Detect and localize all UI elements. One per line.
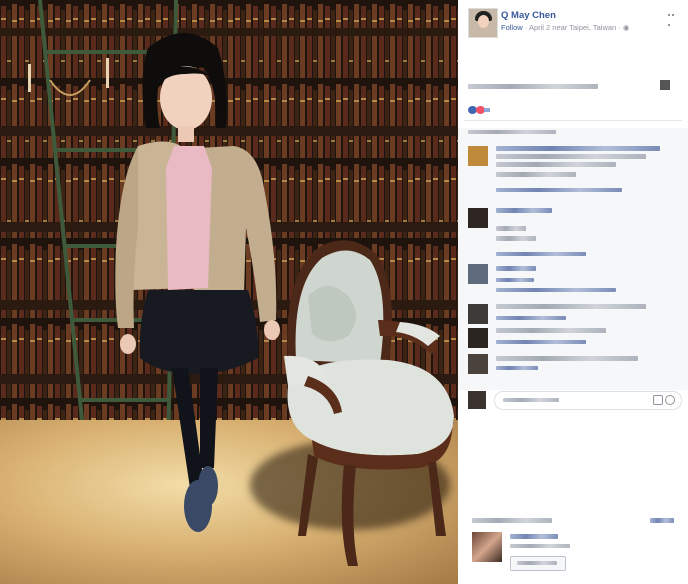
suggested-item-name-redacted[interactable]	[510, 534, 558, 539]
comment-redacted	[496, 226, 526, 231]
comment-actions-redacted[interactable]	[496, 340, 586, 344]
comment-avatar[interactable]	[468, 146, 488, 166]
author-avatar[interactable]	[468, 8, 498, 38]
view-more-comments-link[interactable]	[468, 130, 556, 134]
comment-redacted	[496, 172, 576, 177]
comment-actions-redacted[interactable]	[496, 288, 616, 292]
comment-redacted	[496, 208, 552, 213]
camera-icon[interactable]	[653, 395, 663, 405]
comment-actions-redacted[interactable]	[496, 316, 566, 320]
comment-redacted	[496, 356, 638, 361]
comment-redacted	[496, 154, 646, 159]
comment-input[interactable]	[494, 391, 682, 410]
reactions-summary[interactable]	[468, 106, 498, 114]
post-side-panel: Q May Chen Follow · April 2 near Taipei,…	[458, 0, 688, 584]
author-name[interactable]: Q May Chen	[501, 10, 556, 21]
comment-redacted	[496, 304, 646, 309]
button-label-redacted	[517, 561, 557, 565]
comment-redacted	[496, 266, 536, 271]
comment-avatar[interactable]	[468, 328, 488, 348]
comment-avatar[interactable]	[468, 208, 488, 228]
person	[115, 33, 280, 532]
suggested-item-button[interactable]	[510, 556, 566, 571]
redacted-block	[660, 80, 670, 90]
comment-placeholder-redacted	[503, 398, 559, 402]
follow-link[interactable]: Follow	[501, 23, 523, 32]
comment-actions-redacted[interactable]	[496, 188, 622, 192]
post-photo[interactable]	[0, 0, 458, 584]
globe-icon: ◉	[622, 23, 630, 32]
suggested-item-meta-redacted	[510, 544, 570, 548]
suggestions-heading-redacted	[472, 518, 552, 523]
caption-redacted	[468, 84, 598, 89]
post-meta: Follow · April 2 near Taipei, Taiwan · ◉	[501, 23, 629, 32]
comment-redacted	[496, 328, 606, 333]
comment-redacted	[496, 162, 616, 167]
divider	[464, 120, 682, 121]
suggested-item-thumbnail[interactable]	[472, 532, 502, 562]
comment-avatar[interactable]	[468, 304, 488, 324]
emoji-icon[interactable]	[665, 395, 675, 405]
post-date-location[interactable]: · April 2 near Taipei, Taiwan ·	[523, 23, 623, 32]
comment-actions-redacted[interactable]	[496, 252, 586, 256]
comment-actions-redacted[interactable]	[496, 278, 534, 282]
comment-avatar[interactable]	[468, 354, 488, 374]
comment-redacted	[496, 236, 536, 241]
comment-avatar[interactable]	[468, 264, 488, 284]
current-user-avatar	[468, 391, 486, 409]
comments-list	[458, 128, 688, 390]
comment-actions-redacted[interactable]	[496, 366, 538, 370]
more-options-icon[interactable]	[668, 8, 678, 26]
comment-redacted	[496, 146, 660, 151]
see-all-link-redacted[interactable]	[650, 518, 674, 523]
reaction-count	[484, 108, 490, 112]
